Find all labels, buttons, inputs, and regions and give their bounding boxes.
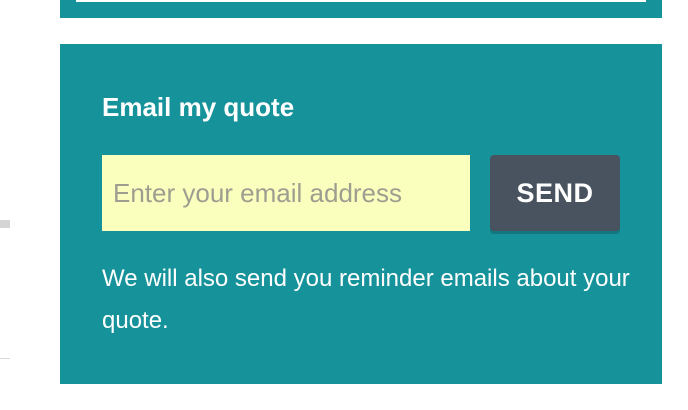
email-quote-panel: Email my quote SEND We will also send yo… [60, 44, 662, 384]
left-margin-divider [0, 358, 10, 359]
page: Email my quote SEND We will also send yo… [0, 0, 688, 410]
email-address-input[interactable] [102, 155, 470, 231]
previous-section-panel [60, 0, 662, 18]
previous-section-border [76, 0, 646, 2]
reminder-note: We will also send you reminder emails ab… [102, 265, 630, 334]
send-button[interactable]: SEND [490, 155, 620, 231]
email-quote-title: Email my quote [102, 92, 295, 122]
left-margin-mark [0, 220, 10, 228]
